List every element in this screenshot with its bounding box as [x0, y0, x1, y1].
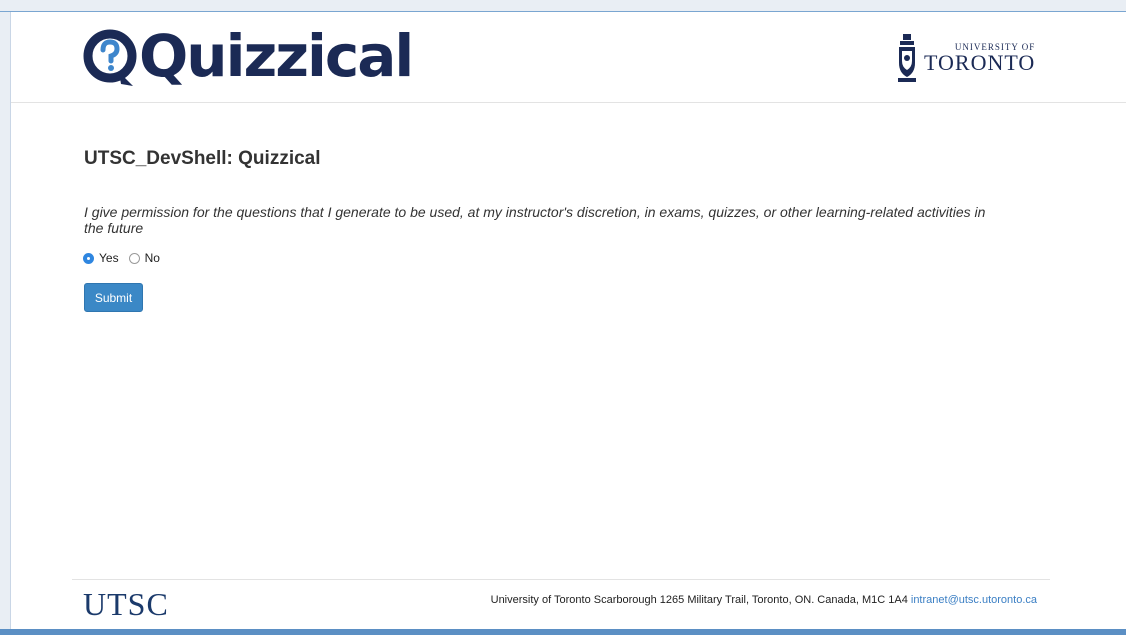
submit-button[interactable]: Submit: [84, 283, 143, 312]
yes-radio-button[interactable]: [83, 252, 94, 264]
window-frame-left: [0, 0, 11, 635]
coat-of-arms-icon: [896, 33, 918, 83]
page-header: Quizzical UNIVERSITY OF TORONTO: [11, 12, 1126, 103]
window-frame-top: [0, 0, 1126, 12]
footer-email-link[interactable]: intranet@utsc.utoronto.ca: [911, 594, 1037, 606]
no-radio-button[interactable]: [128, 252, 140, 264]
permission-statement: I give permission for the questions that…: [84, 204, 986, 236]
window-frame-bottom: [0, 629, 1126, 635]
quizzical-logo[interactable]: Quizzical: [83, 22, 414, 94]
footer-address-line: University of Toronto Scarborough 1265 M…: [491, 594, 1037, 606]
university-of-toronto-logo[interactable]: UNIVERSITY OF TORONTO: [896, 32, 1035, 84]
no-radio-label[interactable]: No: [145, 251, 160, 265]
university-wordmark: UNIVERSITY OF TORONTO: [924, 42, 1035, 74]
page-footer: UTSC University of Toronto Scarborough 1…: [72, 579, 1050, 630]
footer-address: University of Toronto Scarborough 1265 M…: [490, 594, 908, 606]
toronto-label: TORONTO: [924, 50, 1036, 75]
speech-bubble-question-icon: [83, 26, 137, 90]
yes-radio-label[interactable]: Yes: [99, 251, 119, 265]
utsc-logo: UTSC: [83, 586, 169, 622]
app-logo-text: Quizzical: [139, 22, 414, 90]
page-title: UTSC_DevShell: Quizzical: [84, 148, 321, 169]
permission-radio-group: Yes No: [83, 251, 170, 265]
